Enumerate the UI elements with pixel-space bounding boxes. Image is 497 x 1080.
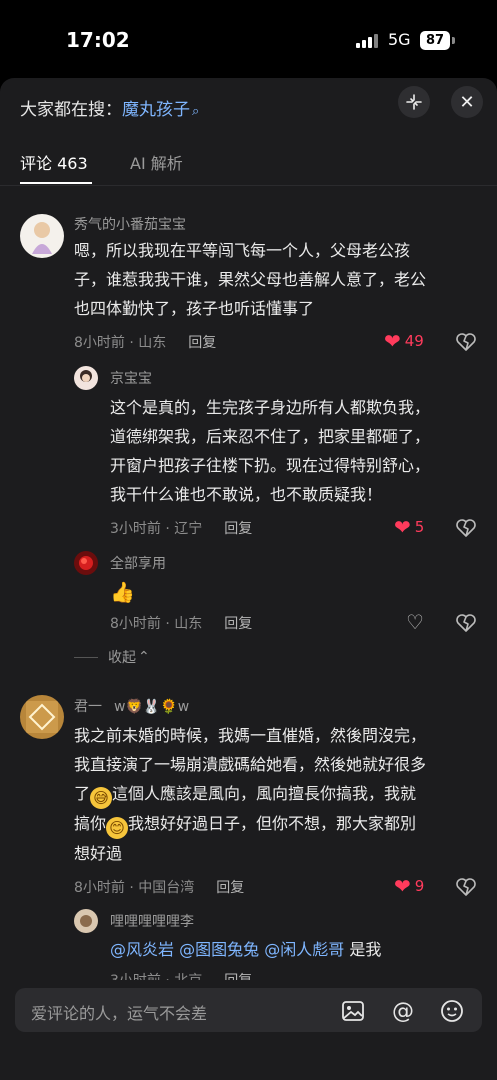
close-button[interactable]: ✕ xyxy=(451,86,483,118)
comment-text: @风炎岩 @图图兔兔 @闲人彪哥 是我 xyxy=(110,935,485,964)
like-button[interactable]: ❤ 5 xyxy=(394,517,424,537)
comment-author[interactable]: 秀气的小番茄宝宝 xyxy=(74,214,186,234)
status-bar: 17:02 5G 87 xyxy=(0,0,497,80)
comment-time-location: 8小时前 · 山东 xyxy=(74,335,167,351)
reply-author[interactable]: 哩哩哩哩哩李 xyxy=(110,911,194,931)
collapse-replies-button[interactable]: 收起 ⌃ xyxy=(74,647,150,667)
comment-line-part: 了 xyxy=(74,784,91,803)
avatar[interactable] xyxy=(20,695,64,739)
comment-time-location: 8小时前 · 山东 xyxy=(110,616,203,632)
comment-text: 我之前未婚的時候，我媽一直催婚，然後問沒完， 我直接演了一場崩潰戲碼給她看，然後… xyxy=(74,721,489,868)
tab-active-indicator xyxy=(20,182,92,184)
comment-line: 想好過 xyxy=(74,844,123,863)
comment-input[interactable]: 爱评论的人，运气不会差 @ xyxy=(15,988,482,1032)
comment-line: 子，谁惹我我干谁，果然父母也善解人意了，老公 xyxy=(74,270,427,289)
comment-meta: 8小时前 · 山东 回复 xyxy=(110,613,252,633)
mention-link[interactable]: @图图兔兔 xyxy=(179,940,259,959)
comment-time-location: 8小时前 · 中国台湾 xyxy=(74,880,195,896)
smile-emoji: 😊 xyxy=(106,817,129,839)
grinning-sweat-emoji: 😅 xyxy=(90,787,113,809)
trending-search-term[interactable]: 魔丸孩子 xyxy=(122,100,190,120)
comment-line: 嗯，所以我现在平等闯飞每一个人，父母老公孩 xyxy=(74,241,411,260)
signal-icon xyxy=(356,34,382,48)
reply-button[interactable]: 回复 xyxy=(216,880,244,896)
comment-line: 我直接演了一場崩潰戲碼給她看，然後她就好很多 xyxy=(74,755,427,774)
reply-button[interactable]: 回复 xyxy=(224,521,252,537)
comment-line: 我干什么谁也不敢说，也不敢质疑我！ xyxy=(110,485,383,504)
comment-line-part: 是我 xyxy=(349,940,382,959)
image-icon[interactable] xyxy=(340,998,366,1024)
comment-emoji: 👍 xyxy=(110,580,135,604)
dislike-icon[interactable] xyxy=(455,518,477,538)
comments-sheet: 大家都在搜：魔丸孩子 ⌕ ✕ 评论 463 AI 解析 秀气的小番茄宝宝 嗯，所以… xyxy=(0,78,497,1080)
divider xyxy=(74,656,98,658)
comment-text: 嗯，所以我现在平等闯飞每一个人，父母老公孩 子，谁惹我我干谁，果然父母也善解人意… xyxy=(74,236,484,323)
comment-line: 这个是真的，生完孩子身边所有人都欺负我， xyxy=(110,398,431,417)
minimize-button[interactable] xyxy=(398,86,430,118)
avatar[interactable] xyxy=(74,551,98,575)
comment-meta: 3小时前 · 辽宁 回复 xyxy=(110,518,252,538)
heart-icon: ❤ xyxy=(394,874,411,898)
comment-line: 了 😅 這個人應該是風向，風向擅長你搞我，我就 xyxy=(74,779,489,809)
heart-icon: ❤ xyxy=(394,515,411,539)
like-button[interactable]: ❤ 49 xyxy=(384,331,424,351)
battery-tip xyxy=(452,37,455,44)
tab-ai-analysis[interactable]: AI 解析 xyxy=(130,150,183,174)
avatar[interactable] xyxy=(74,366,98,390)
dislike-icon[interactable] xyxy=(455,332,477,352)
mention-link[interactable]: @闲人彪哥 xyxy=(264,940,344,959)
comment-author-suffix: w🦁🐰🌻w xyxy=(114,699,190,715)
comment-meta: 8小时前 · 中国台湾 回复 xyxy=(74,877,244,897)
tab-bar: 评论 463 AI 解析 xyxy=(0,140,497,186)
comment-text: 这个是真的，生完孩子身边所有人都欺负我， 道德绑架我，后来忍不住了，把家里都砸了… xyxy=(110,393,485,509)
comment-line: 道德绑架我，后来忍不住了，把家里都砸了， xyxy=(110,427,431,446)
network-type: 5G xyxy=(388,30,411,49)
comment-author[interactable]: 君一 w🦁🐰🌻w xyxy=(74,696,189,716)
comment-line: 开窗户把孩子往楼下扔。现在过得特别舒心， xyxy=(110,456,431,475)
comment-input-placeholder: 爱评论的人，运气不会差 xyxy=(31,1004,208,1023)
trending-search[interactable]: 大家都在搜：魔丸孩子 ⌕ xyxy=(20,95,199,120)
comment-line: 也四体勤快了，孩子也听话懂事了 xyxy=(74,299,315,318)
comment-line-part: 這個人應該是風向，風向擅長你搞我，我就 xyxy=(112,784,417,803)
comment-meta: 8小时前 · 山东 回复 xyxy=(74,332,216,352)
mention-icon[interactable]: @ xyxy=(390,998,416,1024)
mention-link[interactable]: @风炎岩 xyxy=(110,940,174,959)
reply-author[interactable]: 京宝宝 xyxy=(110,368,152,388)
emoji-icon[interactable] xyxy=(439,998,465,1024)
avatar[interactable] xyxy=(74,909,98,933)
like-button[interactable]: ❤ 9 xyxy=(394,876,424,896)
minimize-icon xyxy=(406,94,422,110)
like-count: 5 xyxy=(414,518,425,536)
comment-line-part: 我想好好過日子，但你不想，那大家都別 xyxy=(128,814,417,833)
battery-icon: 87 xyxy=(420,31,450,50)
close-icon: ✕ xyxy=(459,91,475,113)
dislike-icon[interactable] xyxy=(455,613,477,633)
reply-author[interactable]: 全部享用 xyxy=(110,553,166,573)
tab-comments[interactable]: 评论 463 xyxy=(20,150,88,174)
search-icon: ⌕ xyxy=(192,104,200,119)
like-button[interactable]: ♡ xyxy=(406,612,424,632)
chevron-up-icon: ⌃ xyxy=(138,649,150,665)
like-count: 9 xyxy=(414,877,425,895)
reply-button[interactable]: 回复 xyxy=(188,335,216,351)
comment-time-location: 3小时前 · 辽宁 xyxy=(110,521,203,537)
collapse-label: 收起 xyxy=(108,650,136,666)
status-time: 17:02 xyxy=(66,28,130,52)
comment-line: 我之前未婚的時候，我媽一直催婚，然後問沒完， xyxy=(74,726,427,745)
comment-author-name: 君一 xyxy=(74,699,102,715)
heart-icon: ❤ xyxy=(384,329,401,353)
comment-input-bar: 爱评论的人，运气不会差 @ xyxy=(0,980,497,1080)
comment-line: 搞你 😊 我想好好過日子，但你不想，那大家都別 xyxy=(74,809,489,839)
trending-search-prefix: 大家都在搜： xyxy=(20,100,122,120)
heart-outline-icon: ♡ xyxy=(406,610,424,634)
comment-line-part: 搞你 xyxy=(74,814,107,833)
dislike-icon[interactable] xyxy=(455,877,477,897)
avatar[interactable] xyxy=(20,214,64,258)
reply-button[interactable]: 回复 xyxy=(224,616,252,632)
like-count: 49 xyxy=(404,332,424,350)
